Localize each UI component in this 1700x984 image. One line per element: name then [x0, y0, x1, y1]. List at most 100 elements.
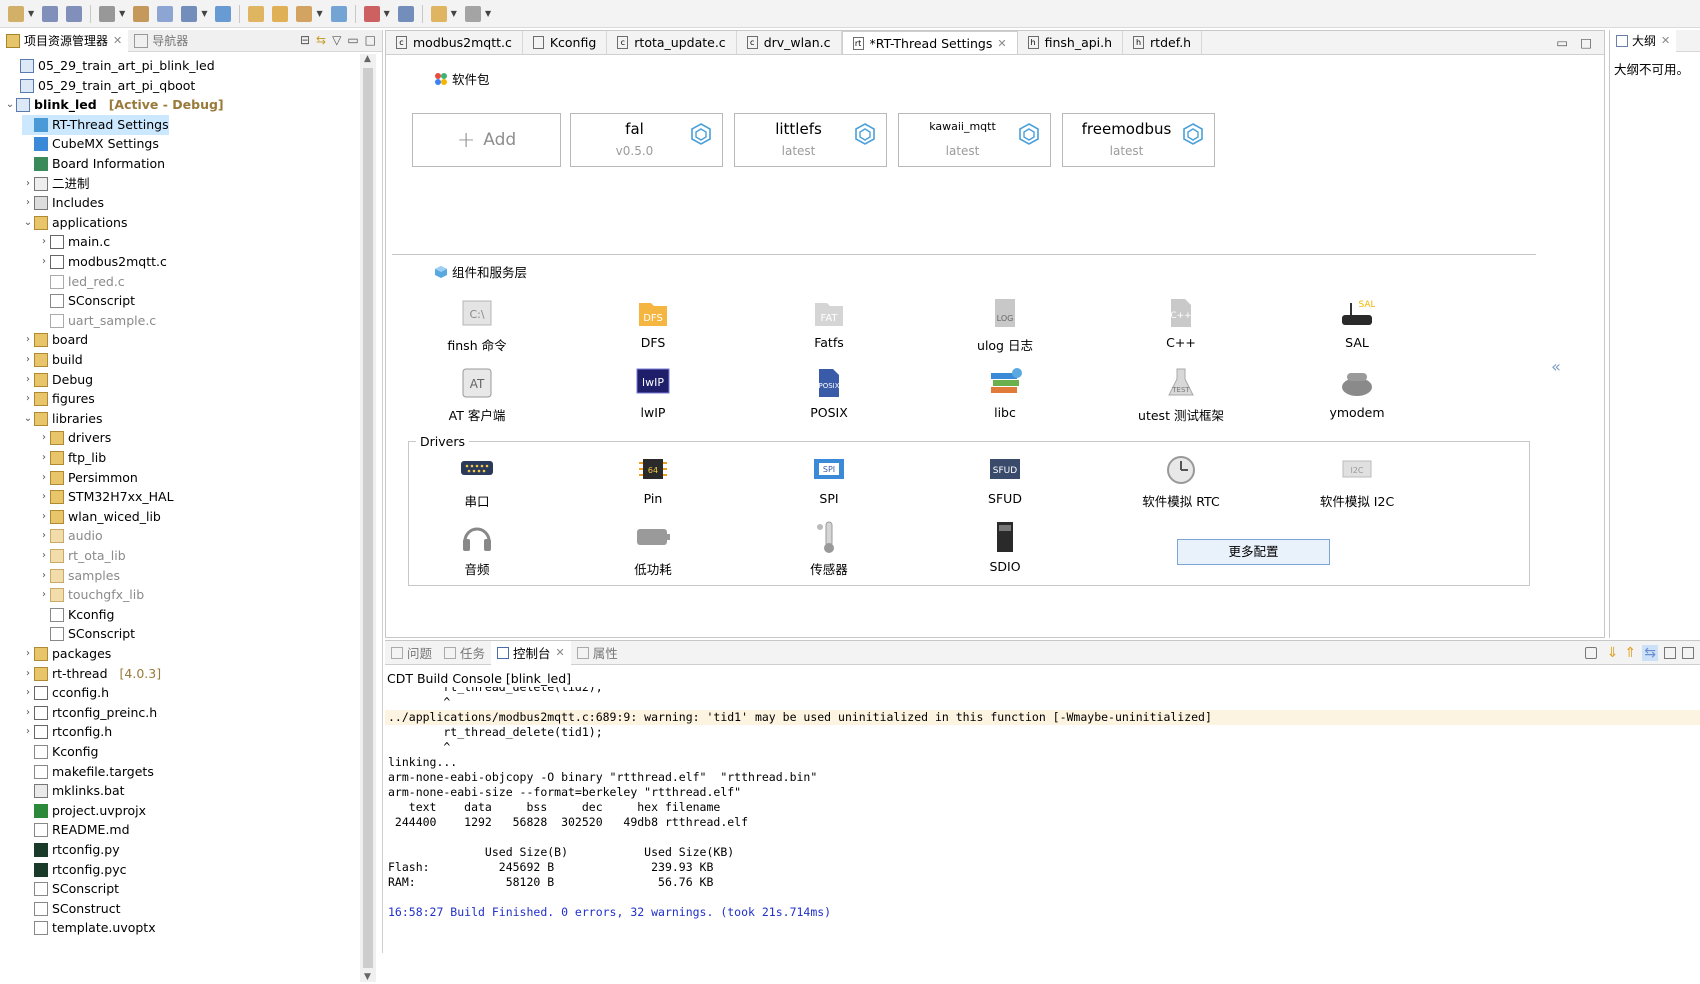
- console-icon[interactable]: [397, 5, 414, 22]
- tree-item[interactable]: › drivers: [38, 428, 111, 448]
- download-icon[interactable]: [363, 5, 380, 22]
- package-card[interactable]: kawaii_mqtt latest: [898, 113, 1051, 167]
- tree-item[interactable]: › wlan_wiced_lib: [38, 507, 161, 527]
- tree-item[interactable]: mklinks.bat: [22, 781, 125, 801]
- tree-item[interactable]: CubeMX Settings: [22, 134, 159, 154]
- close-icon[interactable]: ✕: [1661, 34, 1670, 47]
- scroll-lock-down-icon[interactable]: ⇓: [1607, 645, 1619, 661]
- dropdown-arrow-icon[interactable]: ▼: [451, 9, 457, 18]
- terminal-icon[interactable]: [181, 5, 198, 22]
- tree-item[interactable]: README.md: [22, 820, 130, 840]
- tree-item[interactable]: › Debug: [22, 370, 93, 390]
- collapsed-arrow-icon[interactable]: ›: [38, 585, 50, 605]
- editor-tab[interactable]: h finsh_api.h: [1018, 31, 1124, 54]
- clean-icon[interactable]: [157, 5, 174, 22]
- tree-item[interactable]: SConscript: [22, 879, 119, 899]
- component-rtc[interactable]: 软件模拟 RTC: [1121, 451, 1241, 510]
- tree-item[interactable]: › figures: [22, 389, 95, 409]
- collapsed-arrow-icon[interactable]: ›: [22, 389, 34, 409]
- tree-item[interactable]: › rt_ota_lib: [38, 546, 126, 566]
- console-tab[interactable]: 问题: [385, 641, 438, 665]
- tree-item[interactable]: › build: [22, 350, 83, 370]
- tree-item[interactable]: › main.c: [38, 232, 110, 252]
- collapsed-arrow-icon[interactable]: ›: [38, 232, 50, 252]
- dropdown-arrow-icon[interactable]: ▼: [201, 9, 207, 18]
- expanded-arrow-icon[interactable]: ⌄: [22, 409, 34, 429]
- component-lwip[interactable]: lwIP lwIP: [593, 365, 713, 420]
- package-card[interactable]: freemodbus latest: [1062, 113, 1215, 167]
- collapsed-arrow-icon[interactable]: ›: [38, 487, 50, 507]
- save-icon[interactable]: [42, 5, 59, 22]
- close-icon[interactable]: ✕: [556, 646, 565, 659]
- console-tab[interactable]: 任务: [438, 641, 491, 665]
- tree-scrollbar[interactable]: ▲ ▼: [360, 54, 376, 982]
- forward-icon[interactable]: [464, 5, 481, 22]
- tab-navigator[interactable]: 导航器: [128, 30, 194, 52]
- component-battery[interactable]: 低功耗: [593, 519, 713, 578]
- collapsed-arrow-icon[interactable]: ›: [22, 722, 34, 742]
- tree-item[interactable]: 05_29_train_art_pi_qboot: [20, 76, 195, 96]
- run-icon[interactable]: [296, 5, 313, 22]
- component-posix[interactable]: POSIX POSIX: [769, 365, 889, 420]
- save-all-icon[interactable]: [66, 5, 83, 22]
- component-libc[interactable]: libc: [945, 365, 1065, 420]
- tree-item[interactable]: led_red.c: [38, 272, 125, 292]
- component-sensor[interactable]: 传感器: [769, 519, 889, 578]
- close-icon[interactable]: ✕: [113, 34, 122, 47]
- component-serial[interactable]: 串口: [417, 451, 537, 510]
- editor-tab[interactable]: h rtdef.h: [1123, 31, 1203, 54]
- debug-config-icon[interactable]: [215, 5, 232, 22]
- more-config-button[interactable]: 更多配置: [1177, 539, 1330, 565]
- tree-item[interactable]: uart_sample.c: [38, 311, 156, 331]
- scroll-lock-up-icon[interactable]: ⇑: [1625, 645, 1637, 661]
- tree-item[interactable]: ⌄ libraries: [22, 409, 103, 429]
- tree-item[interactable]: › board: [22, 330, 88, 350]
- new-icon[interactable]: [8, 5, 24, 22]
- maximize-icon[interactable]: □: [365, 33, 376, 47]
- tree-item[interactable]: Kconfig: [38, 605, 114, 625]
- rebuild-icon[interactable]: [133, 5, 150, 22]
- component-audio[interactable]: 音频: [417, 519, 537, 578]
- editor-tab[interactable]: Kconfig: [523, 31, 608, 54]
- view-menu-icon[interactable]: ▽: [332, 33, 341, 47]
- collapsed-arrow-icon[interactable]: ›: [22, 703, 34, 723]
- maximize-icon[interactable]: □: [1580, 35, 1592, 50]
- tree-item[interactable]: › cconfig.h: [22, 683, 109, 703]
- component-at[interactable]: AT AT 客户端: [417, 365, 537, 424]
- tree-item[interactable]: › ftp_lib: [38, 448, 106, 468]
- tree-item[interactable]: › rt-thread [4.0.3]: [22, 664, 161, 684]
- collapsed-arrow-icon[interactable]: ›: [22, 683, 34, 703]
- editor-tab[interactable]: c drv_wlan.c: [737, 31, 842, 54]
- editor-tab[interactable]: rt *RT-Thread Settings ✕: [841, 31, 1018, 54]
- tree-item[interactable]: SConscript: [38, 624, 135, 644]
- tree-item[interactable]: rtconfig.pyc: [22, 860, 126, 880]
- scroll-up-icon[interactable]: ▲: [364, 54, 371, 64]
- tree-item[interactable]: ⌄ applications: [22, 213, 127, 233]
- component-sal[interactable]: SAL SAL: [1297, 295, 1417, 350]
- package-card[interactable]: fal v0.5.0: [570, 113, 723, 167]
- component-dfs[interactable]: DFS DFS: [593, 295, 713, 350]
- component-utest[interactable]: TEST utest 测试框架: [1121, 365, 1241, 424]
- tree-item[interactable]: › rtconfig_preinc.h: [22, 703, 157, 723]
- dropdown-arrow-icon[interactable]: ▼: [119, 9, 125, 18]
- collapsed-arrow-icon[interactable]: ›: [22, 350, 34, 370]
- collapsed-arrow-icon[interactable]: ›: [38, 448, 50, 468]
- scroll-down-icon[interactable]: ▼: [364, 972, 371, 982]
- link-editor-icon[interactable]: ⇆: [316, 33, 326, 47]
- component-fatfs[interactable]: FAT Fatfs: [769, 295, 889, 350]
- dropdown-arrow-icon[interactable]: ▼: [384, 9, 390, 18]
- component-spi[interactable]: SPI SPI: [769, 451, 889, 506]
- tree-item[interactable]: template.uvoptx: [22, 918, 156, 938]
- close-icon[interactable]: ✕: [997, 37, 1006, 50]
- component-cpp[interactable]: C++ C++: [1121, 295, 1241, 350]
- component-i2c[interactable]: I2C 软件模拟 I2C: [1297, 451, 1417, 510]
- console-tab[interactable]: 属性: [571, 641, 624, 665]
- tree-item[interactable]: ⌄ blink_led [Active - Debug]: [4, 95, 224, 115]
- console-tab[interactable]: 控制台 ✕: [491, 640, 571, 665]
- dropdown-arrow-icon[interactable]: ▼: [316, 9, 322, 18]
- tree-item[interactable]: › modbus2mqtt.c: [38, 252, 167, 272]
- tab-outline[interactable]: 大纲 ✕: [1610, 29, 1677, 52]
- tree-item[interactable]: project.uvprojx: [22, 801, 146, 821]
- add-package-button[interactable]: + Add: [412, 113, 561, 167]
- collapsed-arrow-icon[interactable]: ›: [38, 507, 50, 527]
